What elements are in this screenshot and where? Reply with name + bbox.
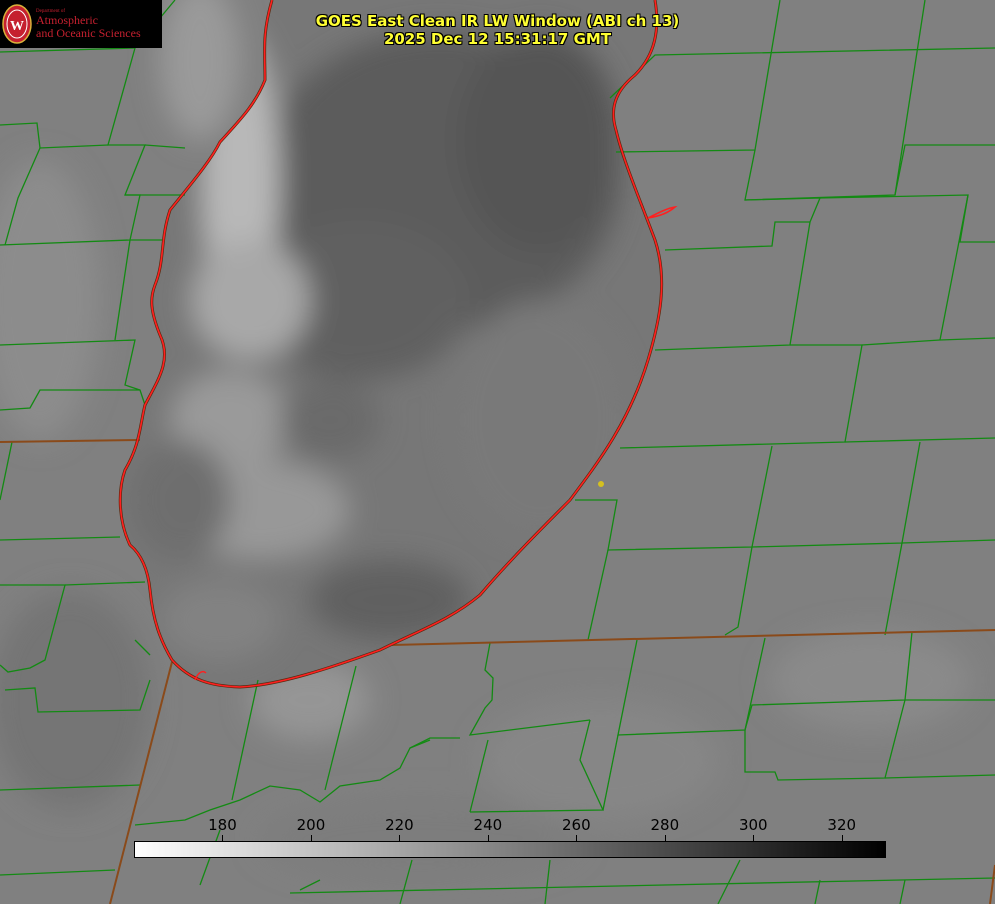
image-title: GOES East Clean IR LW Window (ABI ch 13)… [0,12,995,48]
colorbar-tick-label: 200 [296,816,326,834]
title-product: GOES East Clean IR LW Window (ABI ch 13) [315,12,680,30]
colorbar-tick-label: 320 [827,816,857,834]
colorbar [134,841,886,858]
satellite-image-viewer: W Department of Atmospheric and Oceanic … [0,0,995,904]
colorbar-tick-label: 280 [650,816,680,834]
title-timestamp: 2025 Dec 12 15:31:17 GMT [383,30,612,48]
satellite-map [0,0,995,904]
colorbar-tick-label: 260 [562,816,591,834]
location-marker [598,481,604,487]
colorbar-tick-label: 240 [473,816,503,834]
colorbar-tick-label: 180 [208,816,237,834]
colorbar-tick-label: 300 [738,816,768,834]
colorbar-tick-label: 220 [385,816,414,834]
